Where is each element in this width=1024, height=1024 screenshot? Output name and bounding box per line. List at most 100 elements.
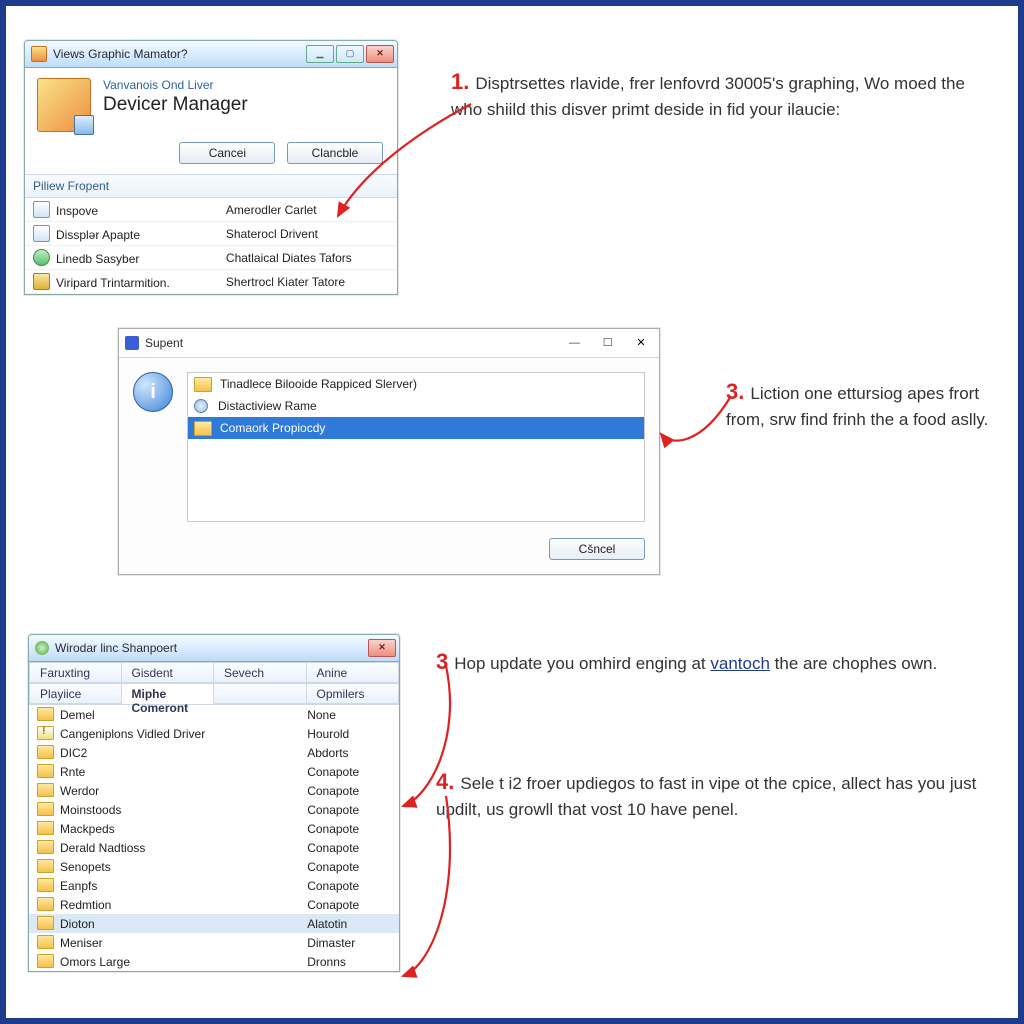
tab[interactable]: Faruxting — [29, 662, 122, 683]
w3-titlebar[interactable]: Wirodar linc Shanpoert — [29, 635, 399, 662]
w2-title-icon — [125, 336, 139, 350]
step-4: 4.Sele t i2 froer updiegos to fast in vi… — [436, 766, 996, 823]
row-value: Chatlaical Diates Tafors — [218, 246, 397, 270]
folder-icon — [37, 707, 54, 721]
list-item[interactable]: Tinadlece Bilooide Rappiced Slerver) — [188, 373, 644, 395]
folder-icon — [37, 783, 54, 797]
row-value: Amerodler Carlet — [218, 198, 397, 222]
w1-heading: Devicer Manager — [103, 94, 248, 116]
close-button[interactable]: ✕ — [626, 333, 656, 353]
list-item[interactable]: Comaork Propiocdy — [188, 417, 644, 439]
clancble-button[interactable]: Clancble — [287, 142, 383, 164]
row-value: Alatotin — [299, 914, 399, 933]
radio-icon — [194, 399, 208, 413]
warning-icon — [37, 726, 54, 740]
table-row[interactable]: SenopetsConapote — [29, 857, 399, 876]
folder-icon — [37, 764, 54, 778]
table-row[interactable]: Inspove Amerodler Carlet — [25, 198, 397, 222]
w3-grid: DemelNone Cangeniplons Vidled Driver Houro… — [29, 705, 399, 971]
row-label: Viripard Trintarmition. — [56, 276, 170, 290]
row-value: Dimaster — [299, 933, 399, 952]
row-label: Werdor — [60, 784, 99, 798]
arrow-2 — [661, 426, 741, 479]
folder-icon — [37, 916, 54, 930]
table-row[interactable]: Moinstoods Conapote — [29, 800, 399, 819]
tutorial-page: 1.Disptrsettes rlavide, frer lenfovrd 30… — [0, 0, 1024, 1024]
tab[interactable]: Gisdent — [122, 662, 215, 683]
step-1-number: 1. — [451, 69, 469, 94]
w2-titlebar[interactable]: Supent — ☐ ✕ — [119, 329, 659, 358]
folder-icon — [37, 745, 54, 759]
minimize-button[interactable]: — — [559, 333, 589, 353]
table-row[interactable]: Dissplər ApapteShaterocl Drivent — [25, 222, 397, 246]
maximize-button[interactable] — [336, 45, 364, 63]
folder-icon — [194, 377, 212, 392]
device-manager-icon — [37, 78, 91, 132]
w2-list[interactable]: Tinadlece Bilooide Rappiced Slerver) Dist… — [187, 372, 645, 522]
step-3-number: 3 — [436, 649, 448, 674]
table-row[interactable]: Cangeniplons Vidled Driver Hourold — [29, 724, 399, 743]
row-icon — [33, 249, 50, 266]
row-label: Eanpfs — [60, 879, 97, 893]
tab[interactable]: Opmilers — [307, 683, 400, 704]
step-3: 3 Hop update you omhird enging at vantoch… — [436, 646, 996, 678]
row-value: Dronns — [299, 952, 399, 971]
folder-icon — [37, 935, 54, 949]
table-row[interactable]: RnteConapote — [29, 762, 399, 781]
w1-title-icon — [31, 46, 47, 62]
w3-tabs: FaruxtingGisdentSevechAnine PlayiiceMiphe… — [29, 662, 399, 705]
w1-table: Inspove Amerodler CarletDissplər ApapteSh… — [25, 198, 397, 294]
row-label: Dissplər Apapte — [56, 228, 140, 242]
table-row[interactable]: Viripard Trintarmition.Shertrocl Kiater … — [25, 270, 397, 294]
table-row[interactable]: Linedb SasyberChatlaical Diates Tafors — [25, 246, 397, 270]
row-value: None — [299, 705, 399, 724]
step-2: 3.Liction one ettursiog apes frort from,… — [726, 376, 1006, 433]
close-button[interactable] — [368, 639, 396, 657]
table-row[interactable]: DiotonAlatotin — [29, 914, 399, 933]
row-label: Inspove — [56, 204, 98, 218]
table-row[interactable]: DemelNone — [29, 705, 399, 724]
folder-icon — [37, 802, 54, 816]
minimize-button[interactable] — [306, 45, 334, 63]
row-label: Cangeniplons Vidled Driver — [60, 727, 205, 741]
tab[interactable]: Anine — [307, 662, 400, 683]
cancel-button[interactable]: Cšncel — [549, 538, 645, 560]
tab[interactable] — [214, 683, 307, 704]
w3-title: Wirodar linc Shanpoert — [55, 641, 177, 655]
close-button[interactable] — [366, 45, 394, 63]
row-label: Moinstoods — [60, 803, 121, 817]
list-item-label: Distactiview Rame — [218, 399, 317, 413]
cancel-button[interactable]: Cancei — [179, 142, 275, 164]
arrow-4 — [401, 876, 471, 999]
folder-icon — [37, 821, 54, 835]
tab[interactable]: Miphe Comeront — [122, 683, 215, 704]
supent-dialog: Supent — ☐ ✕ i Tinadlece Bilooide Rappic… — [118, 328, 660, 575]
w1-title: Views Graphic Mamator? — [53, 47, 188, 61]
table-row[interactable]: WerdorConapote — [29, 781, 399, 800]
list-item[interactable]: Distactiview Rame — [188, 395, 644, 417]
step-3-link[interactable]: vantoch — [710, 654, 770, 673]
row-icon — [33, 273, 50, 290]
table-row[interactable]: MeniserDimaster — [29, 933, 399, 952]
table-row[interactable]: Omors LargeDronns — [29, 952, 399, 971]
table-row[interactable]: RedmtionConapote — [29, 895, 399, 914]
row-icon — [33, 225, 50, 242]
shanpoert-window: Wirodar linc Shanpoert FaruxtingGisdentS… — [28, 634, 400, 972]
table-row[interactable]: MackpedsConapote — [29, 819, 399, 838]
step-3-text-a: Hop update you omhird enging at — [454, 654, 710, 673]
row-value: Conapote — [299, 762, 399, 781]
maximize-button[interactable]: ☐ — [593, 333, 623, 353]
table-row[interactable]: Derald NadtiossConapote — [29, 838, 399, 857]
w1-tab[interactable]: Piliew Fropent — [33, 179, 109, 193]
row-value: Conapote — [299, 800, 399, 819]
tab[interactable]: Playiice — [29, 683, 122, 704]
step-1-text: Disptrsettes rlavide, frer lenfovrd 3000… — [451, 74, 965, 119]
row-value: Hourold — [299, 724, 399, 743]
w1-titlebar[interactable]: Views Graphic Mamator? — [25, 41, 397, 68]
tab[interactable]: Sevech — [214, 662, 307, 683]
row-label: Senopets — [60, 860, 111, 874]
row-label: Derald Nadtioss — [60, 841, 145, 855]
table-row[interactable]: EanpfsConapote — [29, 876, 399, 895]
table-row[interactable]: DIC2Abdorts — [29, 743, 399, 762]
w1-subtitle: Vanvanois Ond Liver — [103, 78, 248, 92]
